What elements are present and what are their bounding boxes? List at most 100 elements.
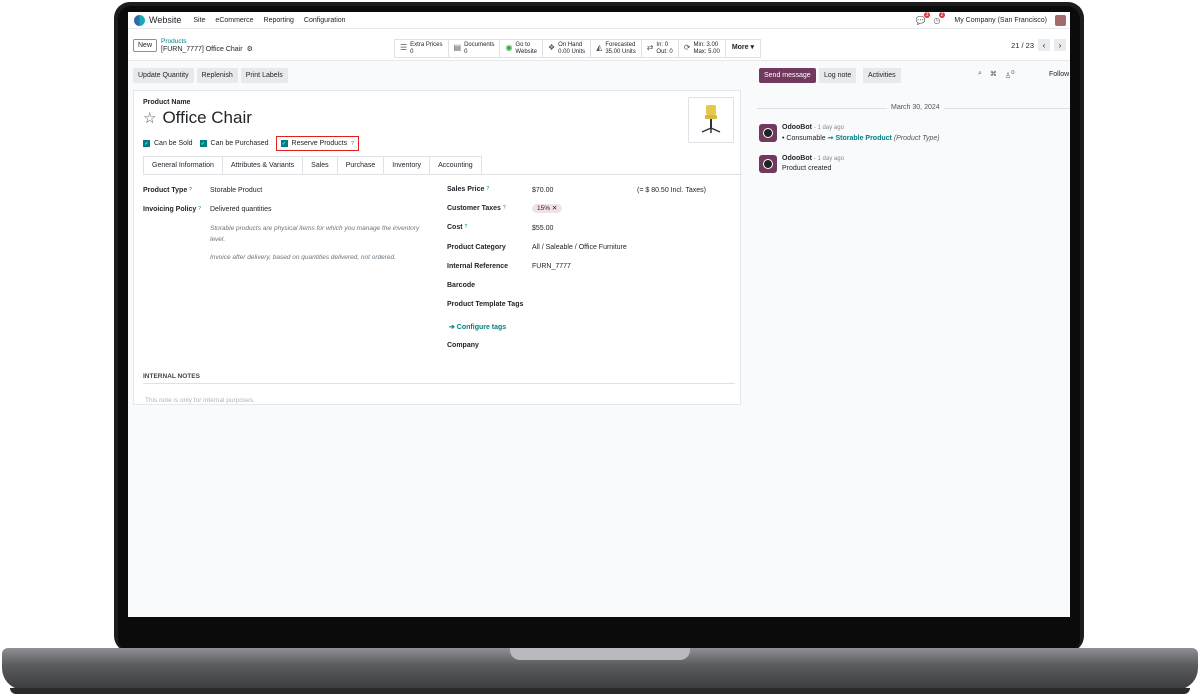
product-name-field[interactable]: Office Chair xyxy=(162,108,251,128)
user-avatar[interactable] xyxy=(1055,15,1066,26)
internal-reference-field[interactable]: FURN_7777 xyxy=(532,263,571,270)
smart-label: On Hand xyxy=(558,42,583,48)
smart-label: Documents xyxy=(464,42,495,48)
message-body: • Consumable ➞ Storable Product (Product… xyxy=(782,134,940,142)
product-type-label: Product Type ? xyxy=(143,187,192,194)
reserve-products-checkbox[interactable]: ✓ Reserve Products? xyxy=(275,136,359,151)
list-icon: ☰ xyxy=(400,43,408,53)
smart-value: 0.00 Units xyxy=(558,48,586,55)
tab-purchase[interactable]: Purchase xyxy=(336,156,385,174)
menu-ecommerce[interactable]: eCommerce xyxy=(215,17,253,24)
activities-button[interactable]: Activities xyxy=(863,68,901,83)
app-name[interactable]: Website xyxy=(149,15,181,25)
log-note-button[interactable]: Log note xyxy=(819,68,857,83)
internal-notes-field[interactable]: This note is only for internal purposes. xyxy=(145,397,255,404)
message-author[interactable]: OdooBot xyxy=(782,124,812,131)
followers-button[interactable]: ♙0 xyxy=(1005,70,1015,79)
can-be-sold-checkbox[interactable]: ✓ Can be Sold xyxy=(143,140,193,147)
office-chair-image xyxy=(701,105,721,133)
help-tooltip-icon[interactable]: ? xyxy=(351,141,354,147)
chevron-right-icon[interactable]: › xyxy=(1054,39,1066,51)
gear-icon[interactable]: ⚙ xyxy=(247,46,253,53)
chat-icon[interactable]: 💬 3 xyxy=(915,12,931,25)
checkbox-checked-icon: ✓ xyxy=(143,140,150,147)
star-icon[interactable]: ☆ xyxy=(143,109,156,127)
label-text: Cost xyxy=(447,224,463,231)
new-value: ➞ Storable Product xyxy=(827,135,892,142)
laptop-hinge-notch xyxy=(510,648,690,660)
label-text: Customer Taxes xyxy=(447,205,501,212)
breadcrumb-current: [FURN_7777] Office Chair xyxy=(161,46,243,53)
can-be-purchased-checkbox[interactable]: ✓ Can be Purchased xyxy=(199,140,269,147)
company-label: Company xyxy=(447,342,479,349)
refresh-icon: ⟳ xyxy=(683,43,691,53)
date-label: March 30, 2024 xyxy=(887,104,944,111)
smart-extra-prices[interactable]: ☰ Extra Prices 0 xyxy=(395,40,449,57)
help-tooltip-icon[interactable]: ? xyxy=(486,186,489,192)
menu-configuration[interactable]: Configuration xyxy=(304,17,346,24)
smart-value: 0 xyxy=(410,48,414,55)
product-type-field[interactable]: Storable Product xyxy=(210,187,262,194)
internal-reference-label: Internal Reference xyxy=(447,263,509,270)
product-category-field[interactable]: All / Saleable / Office Furniture xyxy=(532,244,627,251)
search-icon[interactable]: ⌕ xyxy=(978,70,982,79)
cost-label: Cost ? xyxy=(447,224,467,231)
pager-value[interactable]: 21 / 23 xyxy=(1011,41,1034,50)
smart-value: 0 xyxy=(464,48,468,55)
website-app-icon[interactable] xyxy=(134,14,145,26)
invoicing-policy-field[interactable]: Delivered quantities xyxy=(210,206,271,213)
tab-inventory[interactable]: Inventory xyxy=(383,156,431,174)
sales-price-field[interactable]: $70.00 xyxy=(532,187,553,194)
invoicing-note: Invoice after delivery, based on quantit… xyxy=(210,254,396,261)
control-panel: New Products [FURN_7777] Office Chair ⚙ ☰… xyxy=(128,29,1070,61)
customer-taxes-field[interactable]: 15% ✕ xyxy=(532,204,563,213)
replenish-button[interactable]: Replenish xyxy=(196,68,238,83)
tab-attributes-variants[interactable]: Attributes & Variants xyxy=(221,156,304,174)
smart-on-hand[interactable]: ❖ On Hand 0.00 Units xyxy=(543,40,592,57)
new-button[interactable]: New xyxy=(133,39,158,52)
tab-general-information[interactable]: General Information xyxy=(143,156,223,174)
product-category-label: Product Category xyxy=(447,244,506,251)
smart-min-max[interactable]: ⟳ Min: 3.00 Max: 5.00 xyxy=(679,40,726,57)
smart-documents[interactable]: ▤ Documents 0 xyxy=(449,40,501,57)
cost-field[interactable]: $55.00 xyxy=(532,225,553,232)
menu-site[interactable]: Site xyxy=(193,17,205,24)
help-tooltip-icon[interactable]: ? xyxy=(198,206,201,212)
can-be-sold-label: Can be Sold xyxy=(154,140,193,147)
configure-tags-link[interactable]: ➔ Configure tags xyxy=(449,323,506,331)
smart-go-to-website[interactable]: ◉ Go to Website xyxy=(500,40,543,57)
product-image[interactable] xyxy=(688,97,734,143)
follow-button[interactable]: Follow xyxy=(1049,71,1069,78)
form-sheet: Product Name ☆ Office Chair ✓ Can be Sold… xyxy=(133,90,742,405)
smart-in-out[interactable]: ⇄ In: 0 Out: 0 xyxy=(642,40,679,57)
send-message-button[interactable]: Send message xyxy=(759,68,816,83)
chatter-message: OdooBot - 1 day ago Product created xyxy=(759,155,844,173)
print-labels-button[interactable]: Print Labels xyxy=(240,68,288,83)
clock-icon[interactable]: ◷ 2 xyxy=(933,12,946,25)
company-switcher[interactable]: My Company (San Francisco) xyxy=(954,17,1047,24)
product-type-note: Storable products are physical items for… xyxy=(210,225,420,243)
help-tooltip-icon[interactable]: ? xyxy=(503,205,506,211)
field-name: (Product Type) xyxy=(893,135,940,142)
breadcrumb-products[interactable]: Products xyxy=(161,38,253,45)
paperclip-icon[interactable]: ⌘ xyxy=(990,70,997,79)
smart-label: Forecasted xyxy=(605,42,636,48)
reserve-products-label: Reserve Products xyxy=(291,140,348,147)
systray: 💬 3 ◷ 2 My Company (San Francisco) xyxy=(915,12,1066,29)
chevron-left-icon[interactable]: ‹ xyxy=(1038,39,1050,51)
invoicing-policy-label: Invoicing Policy ? xyxy=(143,206,201,213)
help-tooltip-icon[interactable]: ? xyxy=(465,224,468,230)
tab-sales[interactable]: Sales xyxy=(302,156,338,174)
product-name-row: ☆ Office Chair xyxy=(143,108,252,128)
menu-reporting[interactable]: Reporting xyxy=(264,17,294,24)
more-button[interactable]: More ▾ xyxy=(726,40,760,57)
can-be-purchased-label: Can be Purchased xyxy=(210,140,269,147)
update-quantity-button[interactable]: Update Quantity xyxy=(133,68,194,83)
message-author[interactable]: OdooBot xyxy=(782,155,812,162)
smart-forecasted[interactable]: ◭ Forecasted 35.00 Units xyxy=(591,40,642,57)
exchange-icon: ⇄ xyxy=(646,43,654,53)
barcode-label: Barcode xyxy=(447,282,476,289)
tab-accounting[interactable]: Accounting xyxy=(429,156,482,174)
tax-tag[interactable]: 15% ✕ xyxy=(532,204,563,213)
help-tooltip-icon[interactable]: ? xyxy=(189,187,192,193)
